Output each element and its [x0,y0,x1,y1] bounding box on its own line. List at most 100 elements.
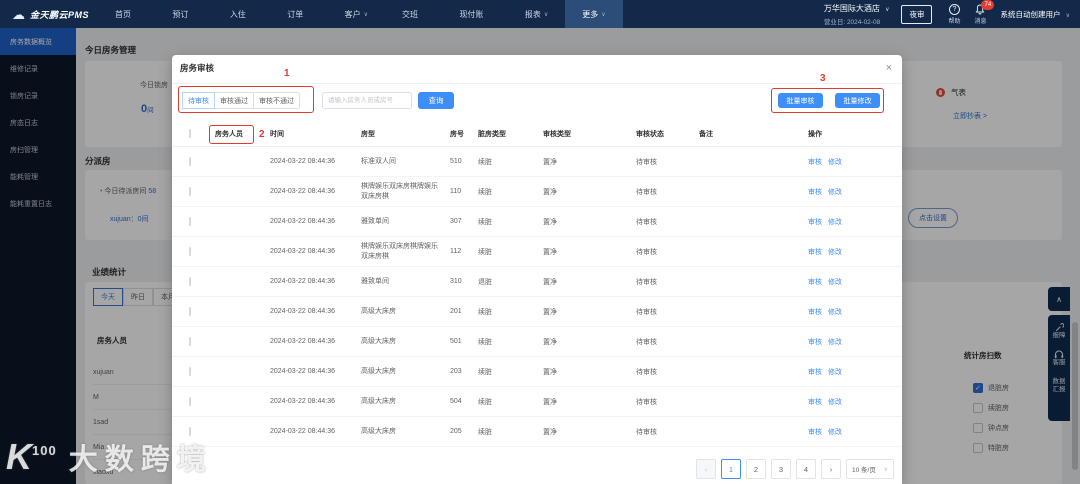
row-checkbox[interactable] [189,217,191,226]
cell-audit-type: 置净 [543,218,557,226]
page-number[interactable]: 4 [796,459,816,479]
night-audit-button[interactable]: 夜审 [901,4,933,24]
audit-link[interactable]: 审核 [808,219,822,226]
audit-link[interactable]: 审核 [808,279,822,286]
edit-link[interactable]: 修改 [828,219,842,226]
batch-edit-button[interactable]: 批量修改 [835,93,880,108]
edit-link[interactable]: 修改 [828,429,842,436]
edit-link[interactable]: 修改 [828,279,842,286]
search-input[interactable] [322,92,412,109]
audit-link[interactable]: 审核 [808,189,822,196]
audit-link[interactable]: 审核 [808,399,822,406]
edit-link[interactable]: 修改 [828,249,842,256]
cell-actions: 审核 修改 [808,277,886,287]
cell-audit-type: 置净 [543,398,557,406]
chevron-down-icon: ∨ [601,11,606,18]
next-page-button[interactable]: › [821,459,841,479]
audit-link[interactable]: 审核 [808,429,822,436]
edit-link[interactable]: 修改 [828,369,842,376]
cell-audit-type: 置净 [543,158,557,166]
page-number[interactable]: 3 [771,459,791,479]
cell-dirty-type: 续脏 [478,398,492,406]
search-button[interactable]: 查询 [418,92,454,109]
row-checkbox[interactable] [189,307,191,316]
row-checkbox[interactable] [189,277,191,286]
menu-item[interactable]: 订单 ∨ [270,0,327,28]
cell-dirty-type: 退脏 [478,278,492,286]
page-size-select[interactable]: 10 条/页 ∨ [846,459,894,479]
cloud-icon: ☁ [12,6,25,22]
row-checkbox[interactable] [189,187,191,196]
page-number[interactable]: 1 [721,459,741,479]
menu-item[interactable]: 报表 ∨ [508,0,565,28]
modal-title: 房务审核 [180,63,215,73]
audit-link[interactable]: 审核 [808,339,822,346]
edit-link[interactable]: 修改 [828,399,842,406]
prev-page-button[interactable]: ‹ [696,459,716,479]
cell-audit-type: 置净 [543,368,557,376]
audit-tab[interactable]: 审核不通过 [253,92,300,109]
audit-link[interactable]: 审核 [808,249,822,256]
audit-link[interactable]: 审核 [808,309,822,316]
menu-item[interactable]: 预订 ∨ [155,0,212,28]
cell-audit-status: 待审核 [636,278,657,286]
cell-audit-status: 待审核 [636,338,657,346]
col-time: 时间 [270,130,284,138]
row-checkbox[interactable] [189,247,191,256]
cell-audit-type: 置净 [543,248,557,256]
cell-actions: 审核 修改 [808,247,886,257]
hotel-selector[interactable]: 万华国际大酒店 ∨ 营业日: 2024-02-08 [824,3,890,26]
row-checkbox[interactable] [189,367,191,376]
row-checkbox[interactable] [189,397,191,406]
close-icon[interactable]: × [886,63,892,74]
table-row: 2024-03-22 08:44:36 棋牌娱乐双床房棋牌娱乐双床房棋 110 … [172,177,902,207]
cell-audit-status: 待审核 [636,158,657,166]
menu-item[interactable]: 入住 ∨ [213,0,270,28]
select-all-checkbox[interactable] [189,129,191,138]
menu-item[interactable]: 现付账 ∨ [442,0,507,28]
row-checkbox[interactable] [189,337,191,346]
navbar-right: 万华国际大酒店 ∨ 营业日: 2024-02-08 夜审 ? 帮助 74 消息 … [824,0,1080,28]
menu-item[interactable]: 首页 ∨ [98,0,155,28]
audit-status-tabs: 待审核 审核通过 审核不通过 [182,92,300,109]
edit-link[interactable]: 修改 [828,339,842,346]
row-checkbox[interactable] [189,427,191,436]
menu-item[interactable]: 客户 ∨ [328,0,385,28]
col-dirty-type: 脏房类型 [478,130,506,138]
cell-audit-type: 置净 [543,278,557,286]
col-actions: 操作 [808,130,822,138]
user-menu[interactable]: 系统自动创建用户 ∨ [1001,9,1071,20]
cell-time: 2024-03-22 08:44:36 [270,248,335,255]
page-number[interactable]: 2 [746,459,766,479]
menu-item[interactable]: 更多 ∨ [565,0,623,28]
edit-link[interactable]: 修改 [828,189,842,196]
app-logo-text: 金天鹏云PMS [30,9,90,20]
cell-time: 2024-03-22 08:44:36 [270,218,335,225]
top-navbar: ☁ 金天鹏云PMS 首页 ∨ 预订 ∨ 入住 ∨ [0,0,1080,28]
audit-link[interactable]: 审核 [808,369,822,376]
edit-link[interactable]: 修改 [828,159,842,166]
cell-audit-status: 待审核 [636,218,657,226]
message-button[interactable]: 74 消息 [974,0,995,25]
cell-room-no: 203 [450,368,462,375]
cell-dirty-type: 续脏 [478,248,492,256]
annotation-label-3: 3 [820,73,826,84]
col-room-type: 房型 [361,130,375,138]
batch-audit-button[interactable]: 批量审核 [778,93,823,108]
table-row: 2024-03-22 08:44:36 高级大床房 504 续脏 置净 待审核 … [172,387,902,417]
row-checkbox[interactable] [189,157,191,166]
audit-tab[interactable]: 审核通过 [214,92,254,109]
menu-item[interactable]: 交班 ∨ [385,0,442,28]
table-row: 2024-03-22 08:44:36 雅致单间 307 续脏 置净 待审核 审… [172,207,902,237]
edit-link[interactable]: 修改 [828,309,842,316]
cell-audit-status: 待审核 [636,308,657,316]
cell-time: 2024-03-22 08:44:36 [270,308,335,315]
col-room-no: 房号 [450,130,464,138]
divider [172,83,902,84]
help-button[interactable]: ? 帮助 [948,3,960,25]
audit-link[interactable]: 审核 [808,159,822,166]
table-row: 2024-03-22 08:44:36 高级大床房 201 续脏 置净 待审核 … [172,297,902,327]
pagination: ‹ 1 2 3 4 › 10 条/页 ∨ [696,459,894,479]
audit-tab[interactable]: 待审核 [182,92,215,109]
cell-actions: 审核 修改 [808,307,886,317]
